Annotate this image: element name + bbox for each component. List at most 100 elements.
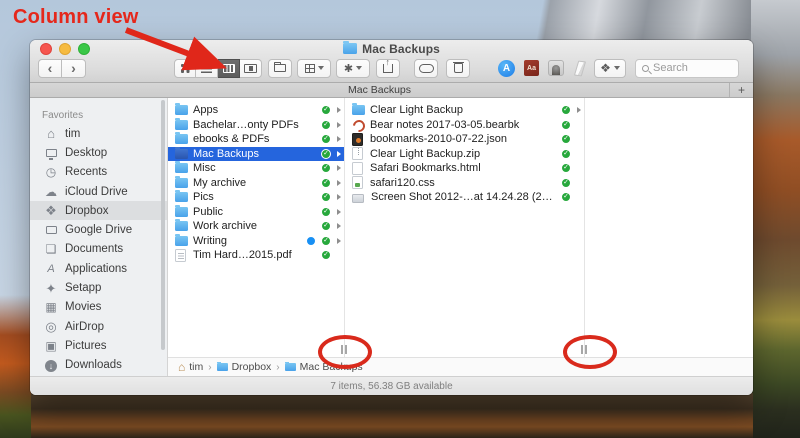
file-row-writing[interactable]: Writing [168, 234, 344, 249]
action-menu-button[interactable] [336, 59, 370, 78]
sidebar-item-downloads[interactable]: Downloads [30, 356, 167, 375]
pictures-icon [43, 340, 59, 352]
app-store-icon[interactable]: A [498, 60, 515, 77]
column-2: Clear Light Backup Bear notes 2017-03-05… [345, 98, 585, 357]
new-folder-icon [274, 64, 286, 72]
sidebar-item-desktop[interactable]: Desktop [30, 143, 167, 162]
chevron-right-icon [337, 122, 341, 128]
desktop-icon [43, 147, 59, 159]
status-text: 7 items, 56.38 GB available [330, 381, 452, 392]
drive-icon [43, 224, 59, 236]
file-row-work-archive[interactable]: Work archive [168, 219, 344, 234]
file-row-ebooks-pdfs[interactable]: ebooks & PDFs [168, 132, 344, 147]
folder-icon [175, 134, 188, 144]
utility-app-icon[interactable] [574, 60, 586, 76]
cloud-icon [43, 186, 59, 198]
css-file-icon [352, 176, 363, 189]
sidebar-item-recents[interactable]: Recents [30, 163, 167, 182]
file-row-pics[interactable]: Pics [168, 190, 344, 205]
sidebar-item-google-drive[interactable]: Google Drive [30, 220, 167, 239]
dropbox-synced-badge [561, 178, 571, 188]
search-icon [642, 65, 649, 72]
file-row-screenshot-png[interactable]: Screen Shot 2012-…at 14.24.28 (2).png [345, 190, 584, 205]
path-item-dropbox[interactable]: Dropbox [217, 361, 272, 373]
path-item-tim[interactable]: tim [178, 360, 203, 374]
chevron-down-icon [356, 66, 362, 70]
title-bar: Mac Backups [30, 40, 753, 57]
tag-icon [419, 64, 434, 73]
chevron-right-icon [337, 194, 341, 200]
file-row-bookmarks-json[interactable]: bookmarks-2010-07-22.json [345, 132, 584, 147]
new-tab-button[interactable]: + [729, 83, 753, 97]
search-field[interactable] [635, 59, 739, 78]
file-row-public[interactable]: Public [168, 205, 344, 220]
dropbox-synced-badge [321, 149, 331, 159]
back-button[interactable] [38, 59, 62, 78]
arch-app-icon[interactable] [548, 60, 564, 76]
file-row-safari-bookmarks[interactable]: Safari Bookmarks.html [345, 161, 584, 176]
file-row-bear-notes[interactable]: Bear notes 2017-03-05.bearbk [345, 118, 584, 133]
window-chrome: Mac Backups A Aa [30, 40, 753, 83]
minimize-button[interactable] [59, 43, 71, 55]
window-title: Mac Backups [362, 42, 440, 56]
dictionary-app-icon[interactable]: Aa [524, 60, 539, 76]
chevron-right-icon [337, 107, 341, 113]
zoom-button[interactable] [78, 43, 90, 55]
image-file-icon [352, 194, 364, 203]
sidebar-item-icloud-drive[interactable]: iCloud Drive [30, 182, 167, 201]
file-row-mac-backups-selected[interactable]: Mac Backups [168, 147, 344, 162]
dropbox-synced-badge [321, 134, 331, 144]
status-bar: 7 items, 56.38 GB available [30, 376, 753, 395]
forward-button[interactable] [62, 59, 86, 78]
column-browser: Apps Bachelar…onty PDFs ebooks & PDFs Ma… [168, 98, 753, 357]
share-button[interactable] [376, 59, 400, 78]
column-view-button[interactable] [218, 59, 240, 78]
sidebar-item-movies[interactable]: Movies [30, 298, 167, 317]
chevron-down-icon [614, 66, 620, 70]
downloads-icon [43, 359, 59, 372]
annotation-column-view-label: Column view [13, 6, 139, 29]
toolbar: A Aa [30, 57, 753, 83]
file-row-clear-light-zip[interactable]: Clear Light Backup.zip [345, 147, 584, 162]
coverflow-view-button[interactable] [240, 59, 262, 78]
list-view-button[interactable] [196, 59, 218, 78]
folder-icon [175, 207, 188, 217]
sidebar-item-tim[interactable]: tim [30, 124, 167, 143]
tab-mac-backups[interactable]: Mac Backups [30, 83, 729, 97]
chevron-down-icon [318, 66, 324, 70]
search-input[interactable] [653, 62, 732, 74]
file-row-safari-css[interactable]: safari120.css [345, 176, 584, 191]
sidebar-item-documents[interactable]: Documents [30, 240, 167, 259]
chevron-right-icon [337, 209, 341, 215]
group-icon [305, 64, 315, 73]
wallpaper-mountain-peak [430, 0, 800, 44]
sidebar-item-dropbox[interactable]: Dropbox [30, 201, 167, 220]
sidebar-item-airdrop[interactable]: AirDrop [30, 317, 167, 336]
applications-icon [43, 262, 59, 275]
tags-button[interactable] [414, 59, 438, 78]
dropbox-synced-badge [561, 149, 571, 159]
chevron-right-icon [337, 223, 341, 229]
icon-view-icon [181, 64, 190, 73]
file-row-my-archive[interactable]: My archive [168, 176, 344, 191]
group-by-button[interactable] [297, 59, 331, 78]
icon-view-button[interactable] [174, 59, 196, 78]
delete-button[interactable] [446, 59, 470, 78]
new-folder-button[interactable] [268, 59, 292, 78]
annotation-circle-resize-handle-2 [563, 335, 617, 369]
dropbox-synced-badge [321, 105, 331, 115]
dropbox-menu-button[interactable] [594, 59, 626, 78]
file-row-tim-hard-pdf[interactable]: Tim Hard…2015.pdf [168, 248, 344, 263]
movies-icon [43, 301, 59, 313]
file-row-apps[interactable]: Apps [168, 103, 344, 118]
close-button[interactable] [40, 43, 52, 55]
sidebar-item-setapp[interactable]: Setapp [30, 278, 167, 297]
file-row-misc[interactable]: Misc [168, 161, 344, 176]
file-row-bachelor-pdfs[interactable]: Bachelar…onty PDFs [168, 118, 344, 133]
sidebar-scrollbar[interactable] [161, 100, 165, 350]
sidebar-item-applications[interactable]: Applications [30, 259, 167, 278]
finder-window: Mac Backups A Aa [30, 40, 753, 395]
sidebar-item-pictures[interactable]: Pictures [30, 336, 167, 355]
file-row-clear-light-backup[interactable]: Clear Light Backup [345, 103, 584, 118]
chevron-right-icon [337, 180, 341, 186]
